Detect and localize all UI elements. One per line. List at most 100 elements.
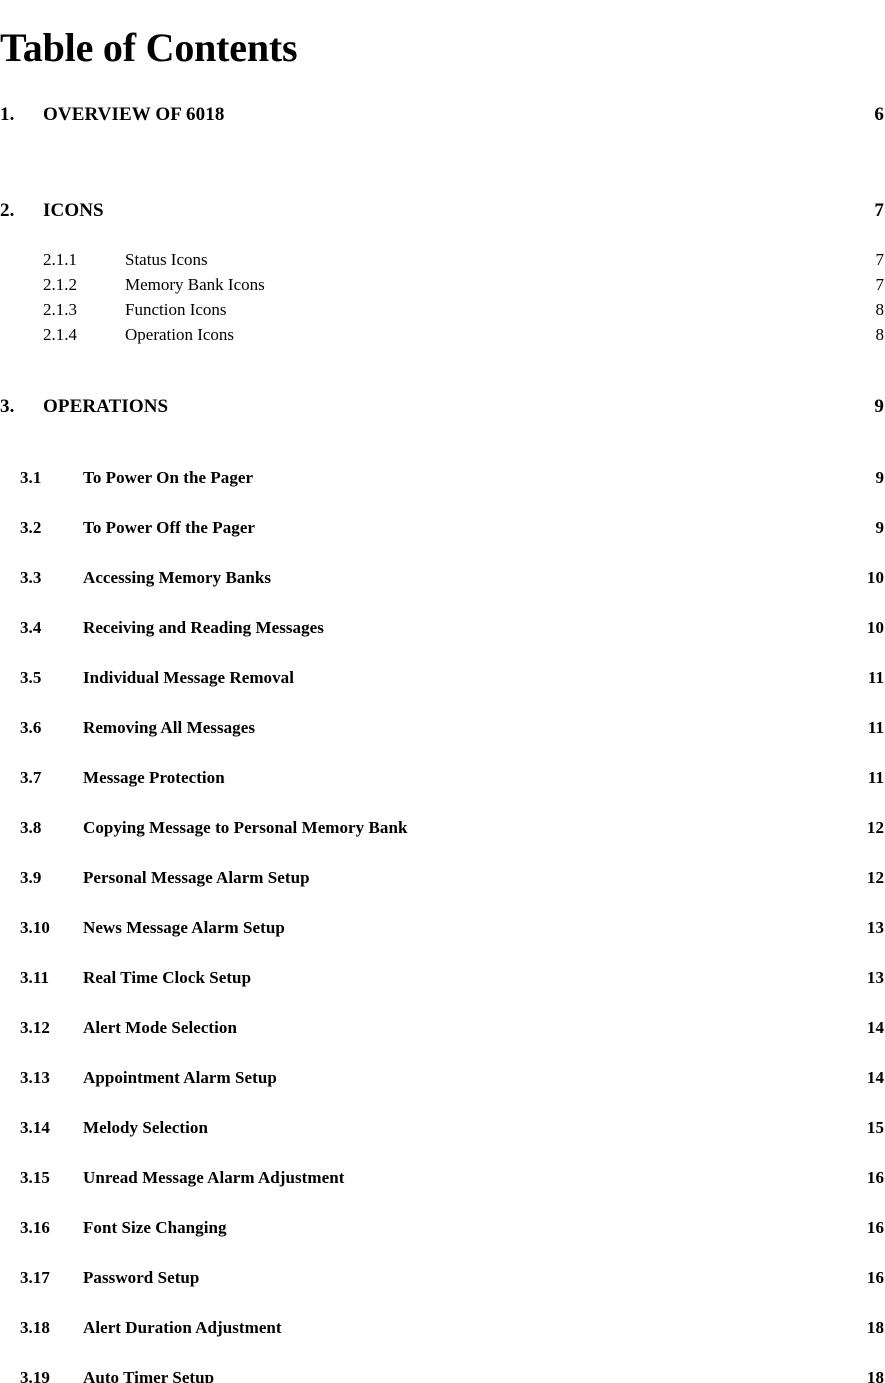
toc-entry-page-number: 10 (866, 568, 884, 587)
toc-entry-number: 3.11 (20, 968, 50, 987)
toc-entry-number: 3.5 (20, 668, 42, 687)
table-of-contents: 1. OVERVIEW OF 6018 6 2. ICONS 7 2.1.1 Status I… (0, 104, 885, 1383)
toc-entry[interactable]: 3.19 Auto Timer Setup 18 (0, 1368, 885, 1383)
toc-entry-title: Auto Timer Setup (83, 1368, 215, 1383)
toc-entry-page-number: 7 (875, 275, 885, 294)
toc-entry-number: 3.8 (20, 818, 42, 837)
toc-entry-title: To Power On the Pager (83, 468, 254, 487)
toc-entry-number: 3.1 (20, 468, 42, 487)
toc-entry-page-number: 18 (866, 1368, 884, 1383)
toc-entry[interactable]: 3.2 To Power Off the Pager 9 (0, 518, 885, 568)
toc-entry[interactable]: 3.13 Appointment Alarm Setup 14 (0, 1068, 885, 1118)
toc-entry-number: 3.3 (20, 568, 42, 587)
toc-entry[interactable]: 3.6 Removing All Messages 11 (0, 718, 885, 768)
toc-entry-title: Alert Mode Selection (83, 1018, 237, 1037)
toc-entry-page-number: 8 (875, 325, 885, 344)
toc-entry-title: ICONS (43, 200, 104, 221)
toc-entry-number: 3.9 (20, 868, 42, 887)
toc-entry[interactable]: 3. OPERATIONS 9 (0, 396, 885, 446)
toc-entry-number: 3.17 (20, 1268, 50, 1287)
toc-entry-title: Appointment Alarm Setup (83, 1068, 277, 1087)
toc-entry[interactable]: 2.1.4 Operation Icons 8 (0, 325, 885, 350)
toc-entry-title: Copying Message to Personal Memory Bank (83, 818, 408, 837)
toc-entry[interactable]: 3.3 Accessing Memory Banks 10 (0, 568, 885, 618)
toc-entry-number: 3.15 (20, 1168, 50, 1187)
toc-entry-number: 3.4 (20, 618, 42, 637)
toc-entry-number: 3.10 (20, 918, 50, 937)
toc-entry[interactable]: 3.1 To Power On the Pager 9 (0, 468, 885, 518)
toc-entry-title: OVERVIEW OF 6018 (43, 104, 225, 125)
toc-entry-page-number: 7 (875, 250, 885, 269)
toc-entry-number: 3.16 (20, 1218, 50, 1237)
toc-entry[interactable]: 1. OVERVIEW OF 6018 6 (0, 104, 885, 154)
toc-entry[interactable]: 3.12 Alert Mode Selection 14 (0, 1018, 885, 1068)
toc-entry-page-number: 14 (866, 1068, 884, 1087)
toc-entry-number: 3.14 (20, 1118, 50, 1137)
toc-entry-number: 2. (0, 200, 15, 221)
toc-entry-title: Unread Message Alarm Adjustment (83, 1168, 345, 1187)
toc-entry[interactable]: 3.11 Real Time Clock Setup 13 (0, 968, 885, 1018)
toc-entry-page-number: 10 (866, 618, 884, 637)
toc-entry[interactable]: 3.10 News Message Alarm Setup 13 (0, 918, 885, 968)
toc-entry-number: 3.2 (20, 518, 42, 537)
toc-entry-page-number: 11 (867, 718, 884, 737)
toc-entry[interactable]: 2.1.1 Status Icons 7 (0, 250, 885, 275)
toc-entry[interactable]: 3.17 Password Setup 16 (0, 1268, 885, 1318)
page-title: Table of Contents (0, 24, 298, 70)
toc-entry-page-number: 9 (874, 396, 884, 417)
toc-entry[interactable]: 2.1.2 Memory Bank Icons 7 (0, 275, 885, 300)
toc-entry-title: Individual Message Removal (83, 668, 294, 687)
document-page: Table of Contents 1. OVERVIEW OF 6018 6 2. I… (0, 0, 885, 1383)
toc-entry-title: Function Icons (125, 300, 227, 319)
toc-entry-page-number: 6 (874, 104, 884, 125)
toc-entry-title: Alert Duration Adjustment (83, 1318, 282, 1337)
toc-entry[interactable]: 3.8 Copying Message to Personal Memory Ba… (0, 818, 885, 868)
toc-entry[interactable]: 2. ICONS 7 (0, 200, 885, 250)
toc-spacer (0, 446, 885, 468)
toc-entry[interactable]: 2.1.3 Function Icons 8 (0, 300, 885, 325)
toc-entry-number: 3.19 (20, 1368, 50, 1383)
toc-entry-number: 2.1.2 (43, 275, 77, 294)
toc-entry[interactable]: 3.15 Unread Message Alarm Adjustment 16 (0, 1168, 885, 1218)
toc-entry-page-number: 9 (875, 518, 884, 537)
toc-entry-title: Memory Bank Icons (125, 275, 265, 294)
toc-entry-title: Personal Message Alarm Setup (83, 868, 310, 887)
toc-entry-title: News Message Alarm Setup (83, 918, 285, 937)
toc-entry-number: 2.1.4 (43, 325, 77, 344)
toc-entry-page-number: 16 (866, 1268, 884, 1287)
toc-entry-page-number: 11 (867, 668, 884, 687)
toc-entry[interactable]: 3.7 Message Protection 11 (0, 768, 885, 818)
toc-entry-page-number: 12 (866, 818, 884, 837)
toc-entry-title: Receiving and Reading Messages (83, 618, 324, 637)
toc-entry-page-number: 9 (875, 468, 884, 487)
toc-entry-title: Status Icons (125, 250, 208, 269)
toc-entry-number: 3.18 (20, 1318, 50, 1337)
toc-entry-number: 2.1.1 (43, 250, 77, 269)
toc-entry-page-number: 13 (866, 918, 884, 937)
toc-spacer (0, 154, 885, 200)
toc-entry-page-number: 13 (866, 968, 884, 987)
toc-entry-number: 2.1.3 (43, 300, 77, 319)
toc-entry-number: 3.6 (20, 718, 42, 737)
toc-entry-page-number: 15 (866, 1118, 884, 1137)
toc-entry-number: 3. (0, 396, 15, 417)
toc-entry-title: OPERATIONS (43, 396, 169, 417)
toc-entry[interactable]: 3.5 Individual Message Removal 11 (0, 668, 885, 718)
toc-entry[interactable]: 3.16 Font Size Changing 16 (0, 1218, 885, 1268)
toc-entry-title: Melody Selection (83, 1118, 208, 1137)
toc-entry-page-number: 16 (866, 1218, 884, 1237)
toc-entry-number: 3.12 (20, 1018, 50, 1037)
toc-entry-page-number: 8 (875, 300, 885, 319)
toc-entry-number: 1. (0, 104, 15, 125)
toc-spacer (0, 350, 885, 396)
toc-entry-number: 3.13 (20, 1068, 50, 1087)
toc-entry-number: 3.7 (20, 768, 42, 787)
toc-entry[interactable]: 3.18 Alert Duration Adjustment 18 (0, 1318, 885, 1368)
toc-entry[interactable]: 3.9 Personal Message Alarm Setup 12 (0, 868, 885, 918)
toc-entry-page-number: 11 (867, 768, 884, 787)
toc-entry-title: Message Protection (83, 768, 225, 787)
toc-entry[interactable]: 3.4 Receiving and Reading Messages 10 (0, 618, 885, 668)
toc-entry-page-number: 16 (866, 1168, 884, 1187)
toc-entry-title: Real Time Clock Setup (83, 968, 252, 987)
toc-entry[interactable]: 3.14 Melody Selection 15 (0, 1118, 885, 1168)
